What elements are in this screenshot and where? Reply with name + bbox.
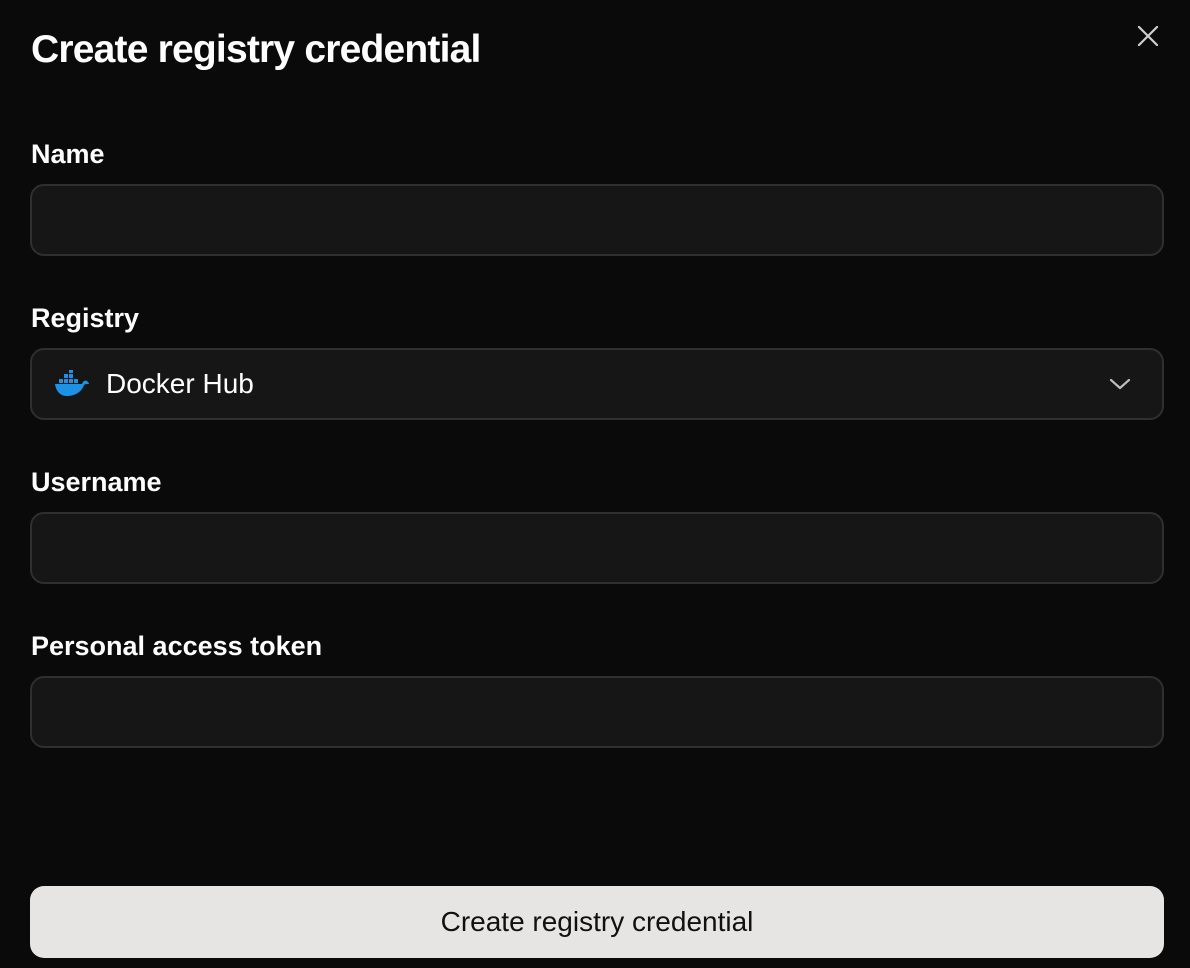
create-registry-credential-dialog: Create registry credential Name Registry	[0, 0, 1190, 968]
close-icon	[1137, 25, 1159, 47]
token-label: Personal access token	[31, 631, 323, 661]
docker-icon	[54, 370, 90, 398]
token-input[interactable]	[30, 676, 1164, 748]
registry-label: Registry	[31, 303, 140, 333]
dialog-title: Create registry credential	[31, 28, 481, 71]
username-label: Username	[31, 467, 162, 497]
registry-select[interactable]: Docker Hub	[30, 348, 1164, 420]
username-input[interactable]	[30, 512, 1164, 584]
registry-selected-value: Docker Hub	[106, 368, 254, 399]
chevron-down-icon	[1108, 372, 1132, 396]
create-credential-button[interactable]: Create registry credential	[30, 886, 1164, 958]
close-button[interactable]	[1132, 20, 1164, 52]
name-input[interactable]	[30, 184, 1164, 256]
name-label: Name	[31, 139, 105, 169]
